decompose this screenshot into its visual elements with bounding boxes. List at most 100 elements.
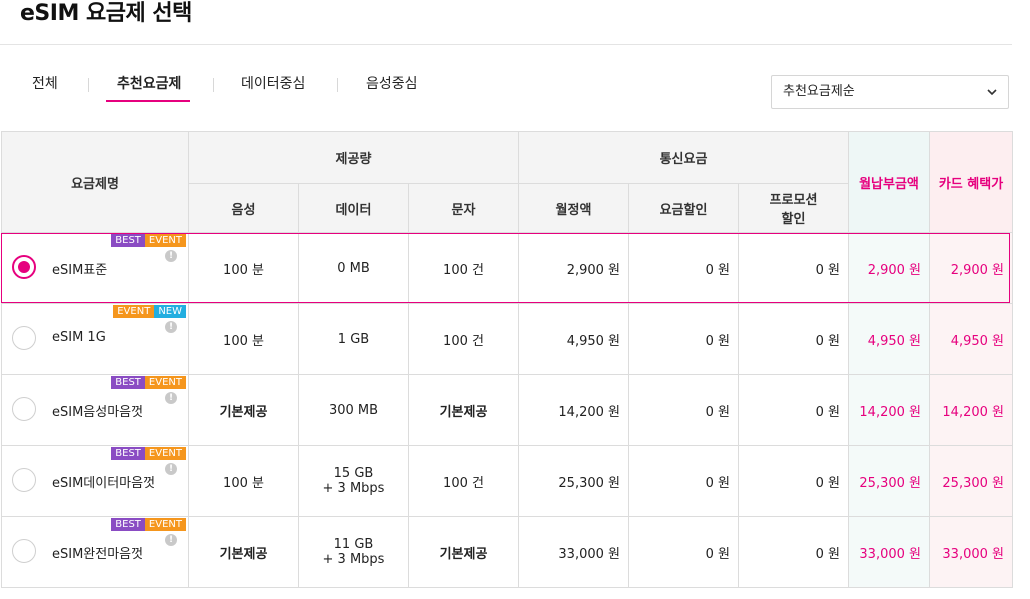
plan-name: eSIM완전마음껏 (52, 547, 144, 562)
plan-name: eSIM표준 (52, 263, 108, 278)
table-row[interactable]: eSIM 1G EVENT NEW ! 100 분 1 GB 100 건 4,9… (1, 303, 1013, 375)
best-badge: BEST (111, 518, 145, 531)
monthly-fee-cell: 4,950 원 (518, 303, 629, 375)
info-icon[interactable]: ! (165, 534, 177, 546)
table-row[interactable]: eSIM완전마음껏 BEST EVENT ! 기본제공 11 GB + 3 Mb… (1, 516, 1013, 588)
sort-select[interactable]: 추천요금제순 (771, 75, 1009, 109)
event-badge: EVENT (144, 234, 186, 247)
header-plan-name: 요금제명 (1, 131, 189, 233)
table-row[interactable]: eSIM표준 BEST EVENT ! 100 분 0 MB 100 건 2,9… (1, 232, 1013, 304)
info-icon[interactable]: ! (165, 463, 177, 475)
plan-cell[interactable]: eSIM완전마음껏 BEST EVENT ! (1, 516, 189, 588)
header-monthly-bill: 월납부금액 (848, 131, 930, 233)
best-badge: BEST (111, 376, 145, 389)
data-cell: 1 GB (298, 303, 409, 375)
monthly-fee-cell: 33,000 원 (518, 516, 629, 588)
data-amount: 300 MB (328, 402, 379, 418)
voice-cell: 100 분 (188, 445, 299, 517)
monthly-fee-cell: 2,900 원 (518, 232, 629, 304)
table-row[interactable]: eSIM음성마음껏 BEST EVENT ! 기본제공 300 MB 기본제공 … (1, 374, 1013, 446)
monthly-bill-cell: 2,900 원 (848, 232, 930, 304)
header-provided: 제공량 (188, 131, 519, 184)
info-icon[interactable]: ! (165, 392, 177, 404)
event-badge: EVENT (144, 447, 186, 460)
event-badge: EVENT (113, 305, 155, 318)
plan-radio-button[interactable] (12, 539, 36, 563)
plan-name: eSIM음성마음껏 (52, 405, 144, 420)
data-amount: 15 GB (333, 466, 374, 481)
tab-data-focused[interactable]: 데이터중심 (241, 74, 305, 102)
active-tab-indicator (106, 100, 190, 102)
event-badge: EVENT (144, 376, 186, 389)
monthly-fee-cell: 14,200 원 (518, 374, 629, 446)
data-speed: + 3 Mbps (322, 552, 385, 567)
data-cell: 0 MB (298, 232, 409, 304)
best-badge: BEST (111, 447, 145, 460)
data-cell: 15 GB + 3 Mbps (298, 445, 409, 517)
voice-cell: 기본제공 (188, 516, 299, 588)
tab-recommended[interactable]: 추천요금제 (117, 74, 181, 102)
data-amount: 0 MB (337, 260, 370, 276)
info-icon[interactable]: ! (165, 250, 177, 262)
plan-cell[interactable]: eSIM음성마음껏 BEST EVENT ! (1, 374, 189, 446)
best-badge: BEST (111, 234, 145, 247)
new-badge: NEW (154, 305, 186, 318)
plan-cell[interactable]: eSIM 1G EVENT NEW ! (1, 303, 189, 375)
plan-name: eSIM 1G (52, 330, 106, 345)
info-icon[interactable]: ! (165, 321, 177, 333)
fee-discount-cell: 0 원 (628, 374, 739, 446)
promo-discount-cell: 0 원 (738, 445, 849, 517)
plan-cell[interactable]: eSIM표준 BEST EVENT ! (1, 232, 189, 304)
plan-radio-button[interactable] (12, 397, 36, 421)
promo-discount-cell: 0 원 (738, 516, 849, 588)
card-benefit-cell: 2,900 원 (929, 232, 1013, 304)
fee-discount-cell: 0 원 (628, 303, 739, 375)
sms-cell: 기본제공 (408, 516, 519, 588)
sort-select-value: 추천요금제순 (783, 84, 855, 99)
page-title: eSIM 요금제 선택 (20, 1, 192, 26)
plan-cell[interactable]: eSIM데이터마음껏 BEST EVENT ! (1, 445, 189, 517)
card-benefit-cell: 33,000 원 (929, 516, 1013, 588)
header-monthly-fee: 월정액 (518, 183, 629, 233)
tab-all[interactable]: 전체 (32, 74, 58, 102)
monthly-bill-cell: 4,950 원 (848, 303, 930, 375)
fee-discount-cell: 0 원 (628, 516, 739, 588)
title-divider (0, 44, 1012, 45)
chevron-down-icon (987, 89, 997, 96)
monthly-bill-cell: 14,200 원 (848, 374, 930, 446)
voice-cell: 100 분 (188, 303, 299, 375)
tab-divider (337, 78, 338, 92)
header-data: 데이터 (298, 183, 409, 233)
plan-radio-button[interactable] (12, 468, 36, 492)
plan-radio-button[interactable] (12, 326, 36, 350)
table-row[interactable]: eSIM데이터마음껏 BEST EVENT ! 100 분 15 GB + 3 … (1, 445, 1013, 517)
header-voice: 음성 (188, 183, 299, 233)
sms-cell: 100 건 (408, 303, 519, 375)
header-card-benefit: 카드 혜택가 (929, 131, 1013, 233)
voice-cell: 기본제공 (188, 374, 299, 446)
promo-discount-cell: 0 원 (738, 303, 849, 375)
sms-cell: 100 건 (408, 445, 519, 517)
voice-cell: 100 분 (188, 232, 299, 304)
plan-radio-button[interactable] (12, 255, 36, 279)
tab-voice-focused[interactable]: 음성중심 (366, 74, 418, 102)
monthly-bill-cell: 25,300 원 (848, 445, 930, 517)
tab-divider (213, 78, 214, 92)
tab-divider (88, 78, 89, 92)
header-fee-discount: 요금할인 (628, 183, 739, 233)
data-cell: 11 GB + 3 Mbps (298, 516, 409, 588)
badge-group: EVENT NEW (113, 305, 186, 319)
header-sms: 문자 (408, 183, 519, 233)
badge-group: BEST EVENT (111, 447, 186, 461)
data-amount: 1 GB (337, 331, 370, 347)
badge-group: BEST EVENT (111, 518, 186, 532)
header-fee: 통신요금 (518, 131, 849, 184)
header-promo-line2: 할인 (781, 212, 806, 227)
monthly-bill-cell: 33,000 원 (848, 516, 930, 588)
data-amount: 11 GB (333, 537, 374, 552)
sms-cell: 100 건 (408, 232, 519, 304)
sms-cell: 기본제공 (408, 374, 519, 446)
monthly-fee-cell: 25,300 원 (518, 445, 629, 517)
promo-discount-cell: 0 원 (738, 232, 849, 304)
plan-name: eSIM데이터마음껏 (52, 476, 156, 491)
